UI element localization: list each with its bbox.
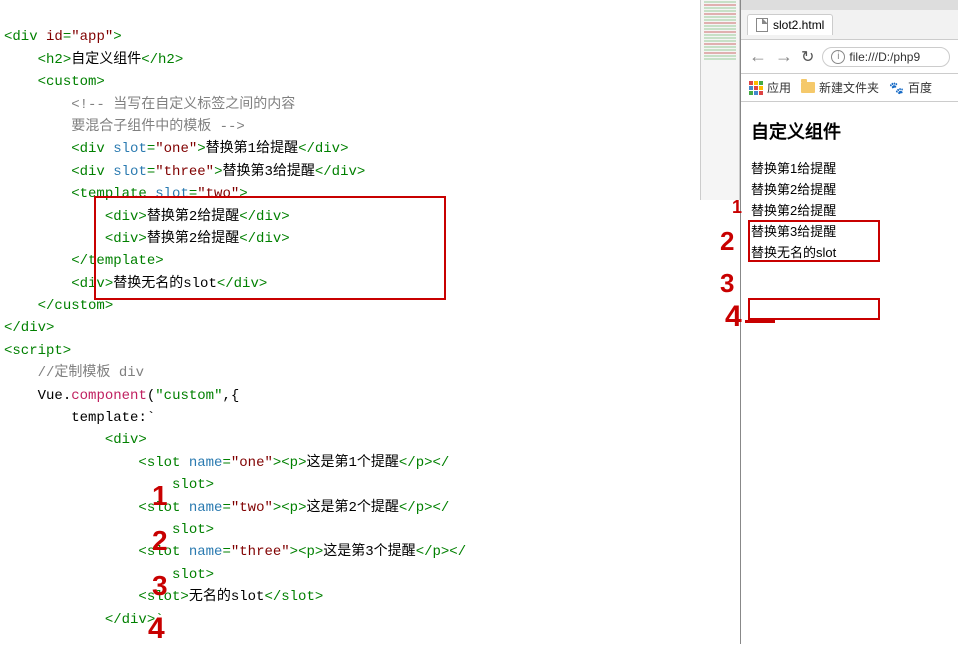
code-editor[interactable]: <div id="app"> <h2>自定义组件</h2> <custom> <… — [0, 0, 700, 644]
bookmark-bar: 应用 新建文件夹 🐾 百度 — [741, 74, 958, 102]
tab-title: slot2.html — [773, 18, 824, 32]
minimap[interactable] — [700, 0, 740, 200]
annotation-underline — [745, 320, 775, 323]
annotation-r3: 3 — [720, 268, 734, 299]
apps-bookmark[interactable]: 应用 — [749, 79, 791, 96]
reload-button[interactable]: ↻ — [801, 47, 814, 67]
folder-bookmark[interactable]: 新建文件夹 — [801, 79, 879, 96]
annotation-r4: 4 — [725, 300, 742, 334]
url-text: file:///D:/php9 — [849, 50, 920, 64]
folder-icon — [801, 82, 815, 93]
page-icon — [756, 18, 768, 32]
info-icon: i — [831, 50, 845, 64]
paw-icon: 🐾 — [889, 81, 904, 95]
annotation-box-output-2 — [748, 298, 880, 320]
annotation-3: 3 — [152, 570, 168, 602]
browser-address-bar: ← → ↻ i file:///D:/php9 — [741, 40, 958, 74]
page-heading: 自定义组件 — [751, 118, 948, 144]
output-line: 替换第2给提醒 — [751, 200, 948, 219]
annotation-r1: 1 — [732, 197, 742, 218]
baidu-bookmark[interactable]: 🐾 百度 — [889, 79, 932, 96]
output-line: 替换第2给提醒 — [751, 179, 948, 198]
annotation-1: 1 — [152, 480, 168, 512]
output-line: 替换第1给提醒 — [751, 158, 948, 177]
url-input[interactable]: i file:///D:/php9 — [822, 47, 950, 67]
annotation-r2: 2 — [720, 226, 734, 257]
back-button[interactable]: ← — [749, 46, 767, 67]
forward-button[interactable]: → — [775, 46, 793, 67]
apps-icon — [749, 81, 763, 95]
browser-titlebar — [741, 0, 958, 10]
browser-tab-bar: slot2.html — [741, 10, 958, 40]
annotation-4: 4 — [148, 612, 165, 646]
annotation-box-code — [94, 196, 446, 300]
annotation-box-output-1 — [748, 220, 880, 262]
annotation-2: 2 — [152, 525, 168, 557]
browser-tab[interactable]: slot2.html — [747, 14, 833, 35]
code-line: <div — [4, 29, 46, 45]
